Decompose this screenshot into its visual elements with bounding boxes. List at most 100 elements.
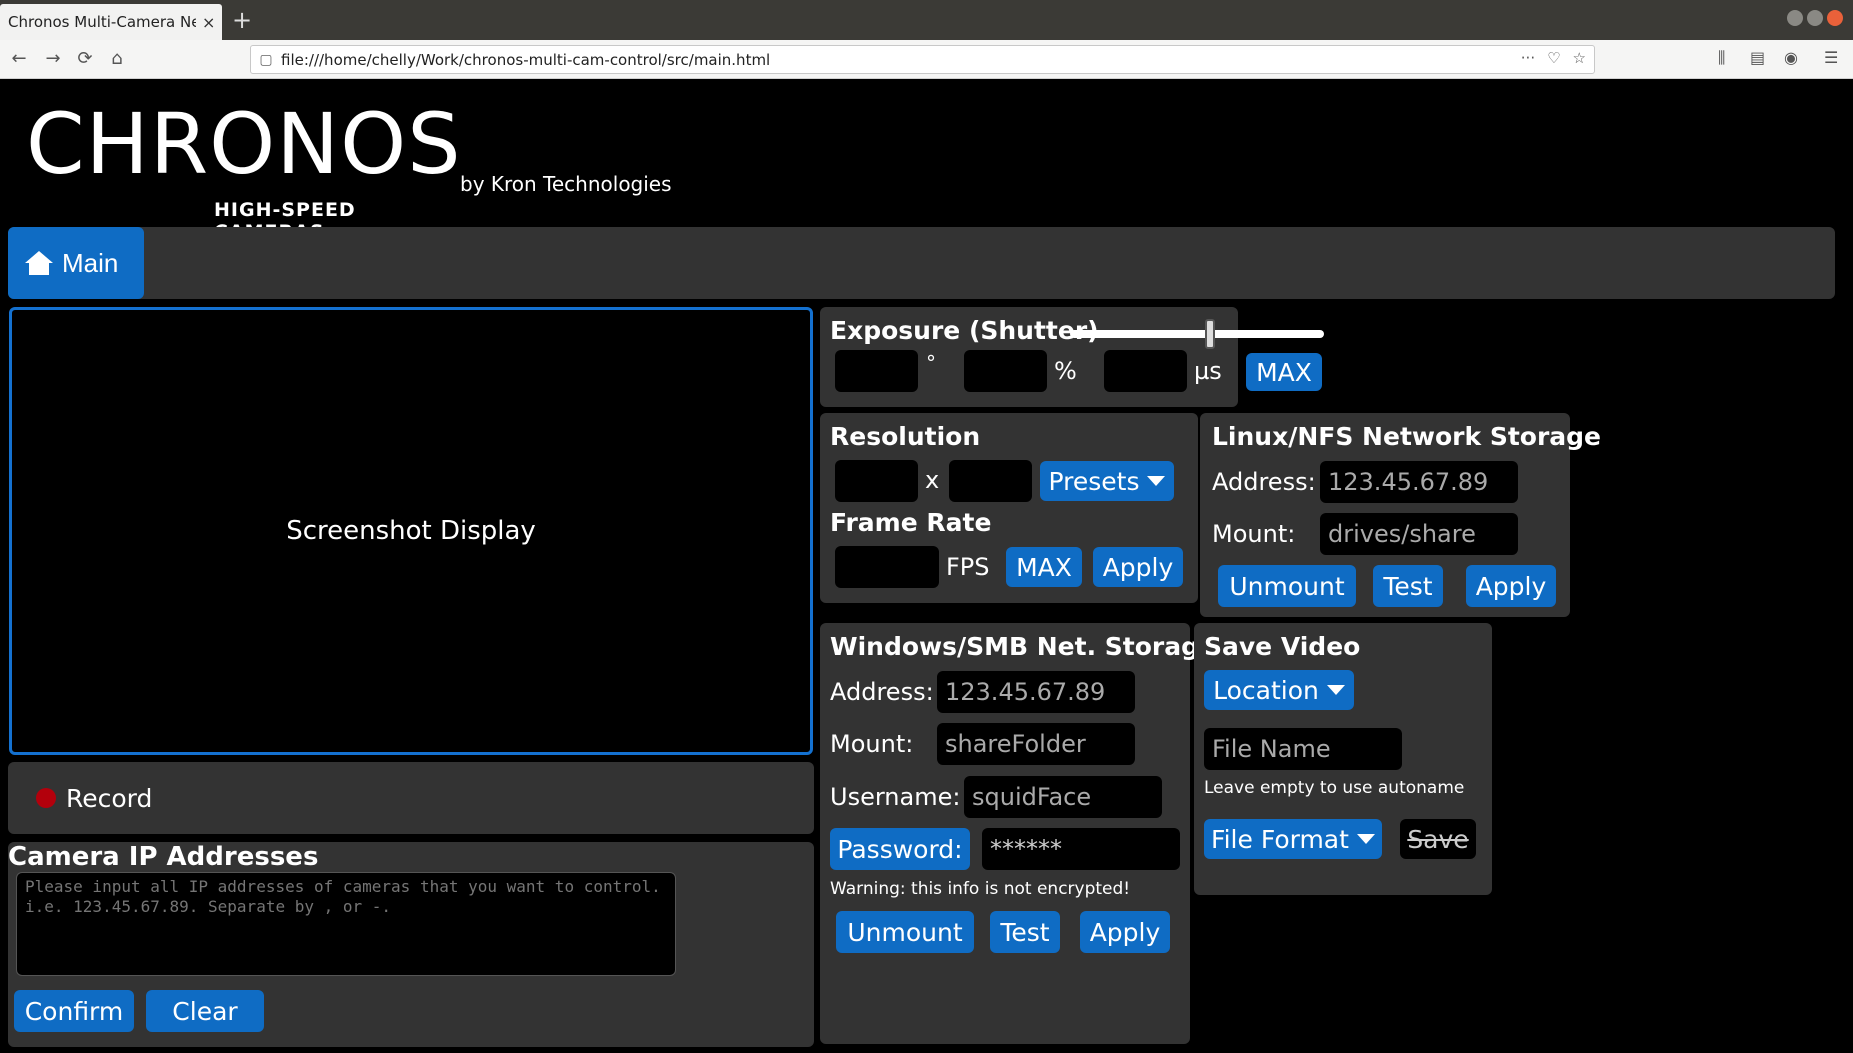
pocket-icon[interactable]: ♡ <box>1547 49 1560 67</box>
new-tab-icon[interactable]: + <box>232 6 252 34</box>
home-icon <box>25 251 53 275</box>
record-dot-icon <box>36 788 56 808</box>
location-dropdown[interactable]: Location <box>1204 670 1354 710</box>
microseconds-unit: µs <box>1194 357 1222 385</box>
clear-button[interactable]: Clear <box>146 990 264 1032</box>
save-video-title: Save Video <box>1204 632 1361 661</box>
file-name-input[interactable]: File Name <box>1204 728 1402 770</box>
browser-nav-bar: ← → ⟳ ⌂ ▢ file:///home/chelly/Work/chron… <box>0 40 1853 79</box>
tab-main-label: Main <box>62 247 119 278</box>
smb-test-button[interactable]: Test <box>990 911 1060 953</box>
smb-warning: Warning: this info is not encrypted! <box>830 879 1131 899</box>
degree-unit: ° <box>926 351 936 375</box>
library-icon[interactable]: ⫼ <box>1718 48 1725 68</box>
back-icon[interactable]: ← <box>6 46 32 72</box>
exposure-title: Exposure (Shutter) <box>830 316 1099 345</box>
nfs-mount-label: Mount: <box>1212 520 1296 548</box>
exposure-percent-input[interactable] <box>964 350 1047 392</box>
bookmark-star-icon[interactable]: ☆ <box>1573 49 1586 67</box>
nfs-test-button[interactable]: Test <box>1373 565 1443 607</box>
resolution-height-input[interactable] <box>949 460 1032 502</box>
close-window-icon[interactable] <box>1827 10 1843 26</box>
smb-address-input[interactable]: 123.45.67.89 <box>937 671 1135 713</box>
maximize-icon[interactable] <box>1807 10 1823 26</box>
home-icon[interactable]: ⌂ <box>104 46 130 72</box>
password-button[interactable]: Password: <box>830 828 970 870</box>
nfs-title: Linux/NFS Network Storage <box>1212 422 1602 451</box>
frame-rate-max-button[interactable]: MAX <box>1006 547 1082 587</box>
percent-unit: % <box>1054 357 1077 385</box>
tab-main[interactable]: Main <box>8 227 144 299</box>
byline: by Kron Technologies <box>460 172 672 196</box>
autoname-hint: Leave empty to use autoname <box>1204 778 1465 798</box>
smb-unmount-button[interactable]: Unmount <box>836 911 974 953</box>
record-label: Record <box>66 783 153 813</box>
save-video-panel: Save Video Location File Name Leave empt… <box>1194 623 1492 895</box>
account-icon[interactable]: ◉ <box>1784 48 1798 67</box>
file-format-dropdown[interactable]: File Format <box>1204 819 1382 859</box>
page: CHRONOS HIGH-SPEED CAMERAS by Kron Techn… <box>0 80 1853 1053</box>
nfs-address-label: Address: <box>1212 468 1316 496</box>
close-tab-icon[interactable]: × <box>202 13 215 32</box>
presets-dropdown[interactable]: Presets <box>1040 461 1174 501</box>
resolution-width-input[interactable] <box>835 460 918 502</box>
chevron-down-icon <box>1356 834 1375 844</box>
screenshot-display-label: Screenshot Display <box>286 516 536 546</box>
page-icon: ▢ <box>259 51 273 68</box>
browser-tab-bar: Chronos Multi-Camera Netw × + <box>0 0 1853 40</box>
window-controls <box>1787 10 1843 26</box>
exposure-us-input[interactable] <box>1104 350 1187 392</box>
reload-icon[interactable]: ⟳ <box>72 46 98 72</box>
camera-ip-input[interactable] <box>16 872 676 976</box>
resolution-title: Resolution <box>830 422 981 451</box>
resolution-x-label: x <box>925 466 940 494</box>
camera-ip-panel: Camera IP Addresses Confirm Clear <box>8 842 814 1047</box>
presets-label: Presets <box>1048 466 1140 496</box>
forward-icon[interactable]: → <box>40 46 66 72</box>
tab-strip: Main <box>8 227 1835 299</box>
save-button[interactable]: Save <box>1400 819 1476 859</box>
location-label: Location <box>1213 675 1319 705</box>
exposure-max-button[interactable]: MAX <box>1246 353 1322 391</box>
sidebar-icon[interactable]: ▤ <box>1750 48 1765 67</box>
screenshot-display: Screenshot Display <box>9 307 813 755</box>
file-format-label: File Format <box>1211 824 1349 854</box>
smb-username-label: Username: <box>830 783 961 811</box>
nfs-unmount-button[interactable]: Unmount <box>1218 565 1356 607</box>
frame-rate-input[interactable] <box>835 546 939 588</box>
smb-address-label: Address: <box>830 678 934 706</box>
exposure-slider[interactable] <box>1070 330 1324 338</box>
logo-word: CHRONOS <box>26 95 462 193</box>
frame-rate-apply-button[interactable]: Apply <box>1093 547 1183 587</box>
camera-ip-title: Camera IP Addresses <box>8 842 319 872</box>
menu-icon[interactable]: ☰ <box>1824 48 1838 67</box>
confirm-button[interactable]: Confirm <box>14 990 134 1032</box>
chronos-logo: CHRONOS HIGH-SPEED CAMERAS <box>26 102 461 243</box>
smb-panel: Windows/SMB Net. Storage Address: 123.45… <box>820 623 1216 1044</box>
exposure-degree-input[interactable] <box>835 350 918 392</box>
nfs-address-input[interactable]: 123.45.67.89 <box>1320 461 1518 503</box>
smb-title: Windows/SMB Net. Storage <box>830 632 1216 661</box>
minimize-icon[interactable] <box>1787 10 1803 26</box>
nfs-mount-input[interactable]: drives/share <box>1320 513 1518 555</box>
exposure-panel: Exposure (Shutter) ° % µs MAX <box>820 307 1324 407</box>
resolution-panel: Resolution x Presets Frame Rate FPS MAX … <box>820 413 1198 603</box>
smb-mount-label: Mount: <box>830 730 914 758</box>
exposure-slider-handle[interactable] <box>1204 319 1215 349</box>
chevron-down-icon <box>1147 476 1166 486</box>
page-actions-icon[interactable]: ··· <box>1521 49 1535 67</box>
nfs-panel: Linux/NFS Network Storage Address: 123.4… <box>1200 413 1601 617</box>
browser-tab[interactable]: Chronos Multi-Camera Netw × <box>0 4 222 40</box>
smb-apply-button[interactable]: Apply <box>1080 911 1170 953</box>
smb-mount-input[interactable]: shareFolder <box>937 723 1135 765</box>
chevron-down-icon <box>1326 685 1345 695</box>
frame-rate-title: Frame Rate <box>830 508 992 537</box>
tab-title: Chronos Multi-Camera Netw <box>8 13 196 31</box>
url-text: file:///home/chelly/Work/chronos-multi-c… <box>281 50 771 69</box>
record-bar[interactable]: Record <box>8 762 814 834</box>
url-bar[interactable]: ▢ file:///home/chelly/Work/chronos-multi… <box>250 45 1595 74</box>
smb-password-input[interactable]: ****** <box>982 828 1180 870</box>
smb-username-input[interactable]: squidFace <box>964 776 1162 818</box>
nfs-apply-button[interactable]: Apply <box>1466 565 1556 607</box>
fps-label: FPS <box>946 553 990 581</box>
